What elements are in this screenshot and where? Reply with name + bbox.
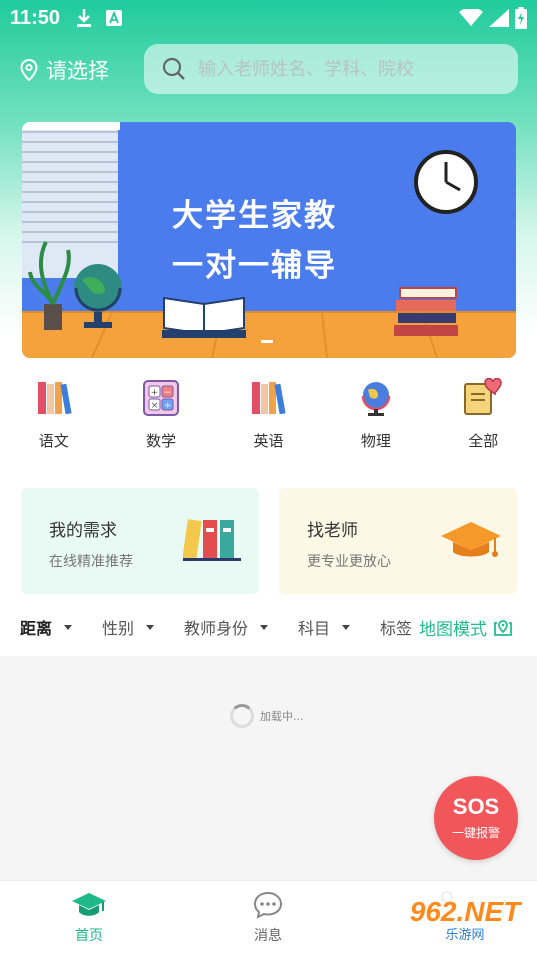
my-demand-card[interactable]: 我的需求 在线精准推荐 [21,488,259,594]
filter-label: 科目 [298,619,331,638]
filter-distance[interactable]: 距离 [20,615,73,639]
book-heart-icon [464,378,502,415]
books-icon [252,382,287,415]
category-math[interactable]: + − × ÷ 数学 [107,378,214,468]
svg-text:÷: ÷ [164,401,172,411]
calculator-icon: + − × ÷ [143,380,180,416]
filter-bar: 距离 性别 教师身份 科目 标签 地图模式 [0,612,537,642]
signal-icon [489,9,509,27]
banner-title-line2: 一对一辅导 [172,248,337,284]
chevron-down-icon [342,624,351,630]
filter-tag[interactable]: 标签 [380,615,412,639]
loading-indicator: 加载中... [230,704,304,728]
status-bar: 11:50 [0,0,537,36]
sos-label: SOS [452,794,500,819]
filter-identity[interactable]: 教师身份 [184,615,269,639]
graduation-cap-icon [441,522,501,557]
spinner-icon [230,704,254,728]
location-pin-icon [20,59,38,81]
filter-label: 标签 [380,619,413,638]
tab-messages[interactable]: 消息 [223,891,313,945]
top-header: 请选择 [0,44,537,96]
map-pin-icon [494,620,512,636]
download-icon [77,9,92,27]
globe-icon [361,382,391,416]
svg-text:+: + [151,388,159,398]
location-selector[interactable]: 请选择 [20,55,109,85]
svg-text:−: − [164,388,172,398]
sos-sublabel: 一键报警 [451,826,500,840]
filter-label: 教师身份 [184,619,249,638]
chat-bubble-icon [253,891,283,919]
battery-icon [515,7,527,29]
category-chinese[interactable]: 语文 [0,378,107,468]
chevron-down-icon [260,624,269,630]
app-notification-icon [106,10,123,26]
filter-gender[interactable]: 性别 [102,615,155,639]
category-label: 英语 [253,432,284,450]
graduation-cap-icon [72,893,106,916]
watermark-subtext: 乐游网 [445,927,485,943]
promo-banner[interactable]: 大学生家教 一对一辅导 [22,122,516,358]
subject-categories: 语文 + − × ÷ 数学 英语 物理 全部 [0,378,537,468]
filter-subject[interactable]: 科目 [298,615,351,639]
books-icon [37,382,72,415]
filter-label: 距离 [20,619,53,638]
category-label: 语文 [38,432,69,450]
category-label: 数学 [146,432,177,450]
category-english[interactable]: 英语 [215,378,322,468]
svg-text:×: × [151,401,159,411]
search-bar[interactable] [144,44,518,94]
category-all[interactable]: 全部 [430,378,537,468]
map-mode-button[interactable]: 地图模式 [417,614,513,640]
status-time: 11:50 [10,6,61,29]
category-physics[interactable]: 物理 [322,378,429,468]
tab-label: 首页 [75,928,103,944]
search-icon [162,57,185,80]
search-input[interactable] [198,58,498,80]
binders-icon [183,519,241,561]
site-watermark: 962.NET 乐游网 [398,890,532,948]
tab-home[interactable]: 首页 [44,891,134,945]
sos-button[interactable]: SOS 一键报警 [434,776,518,860]
location-label: 请选择 [46,59,109,83]
chevron-down-icon [64,624,73,630]
banner-title-line1: 大学生家教 [172,198,337,234]
chevron-down-icon [146,624,155,630]
tab-label: 消息 [254,928,282,944]
wifi-icon [459,9,483,26]
map-mode-label: 地图模式 [419,619,487,640]
filter-label: 性别 [102,619,135,638]
category-label: 物理 [360,432,391,450]
find-teacher-card[interactable]: 找老师 更专业更放心 [279,488,517,594]
category-label: 全部 [468,432,499,450]
loading-text: 加载中... [260,710,304,723]
